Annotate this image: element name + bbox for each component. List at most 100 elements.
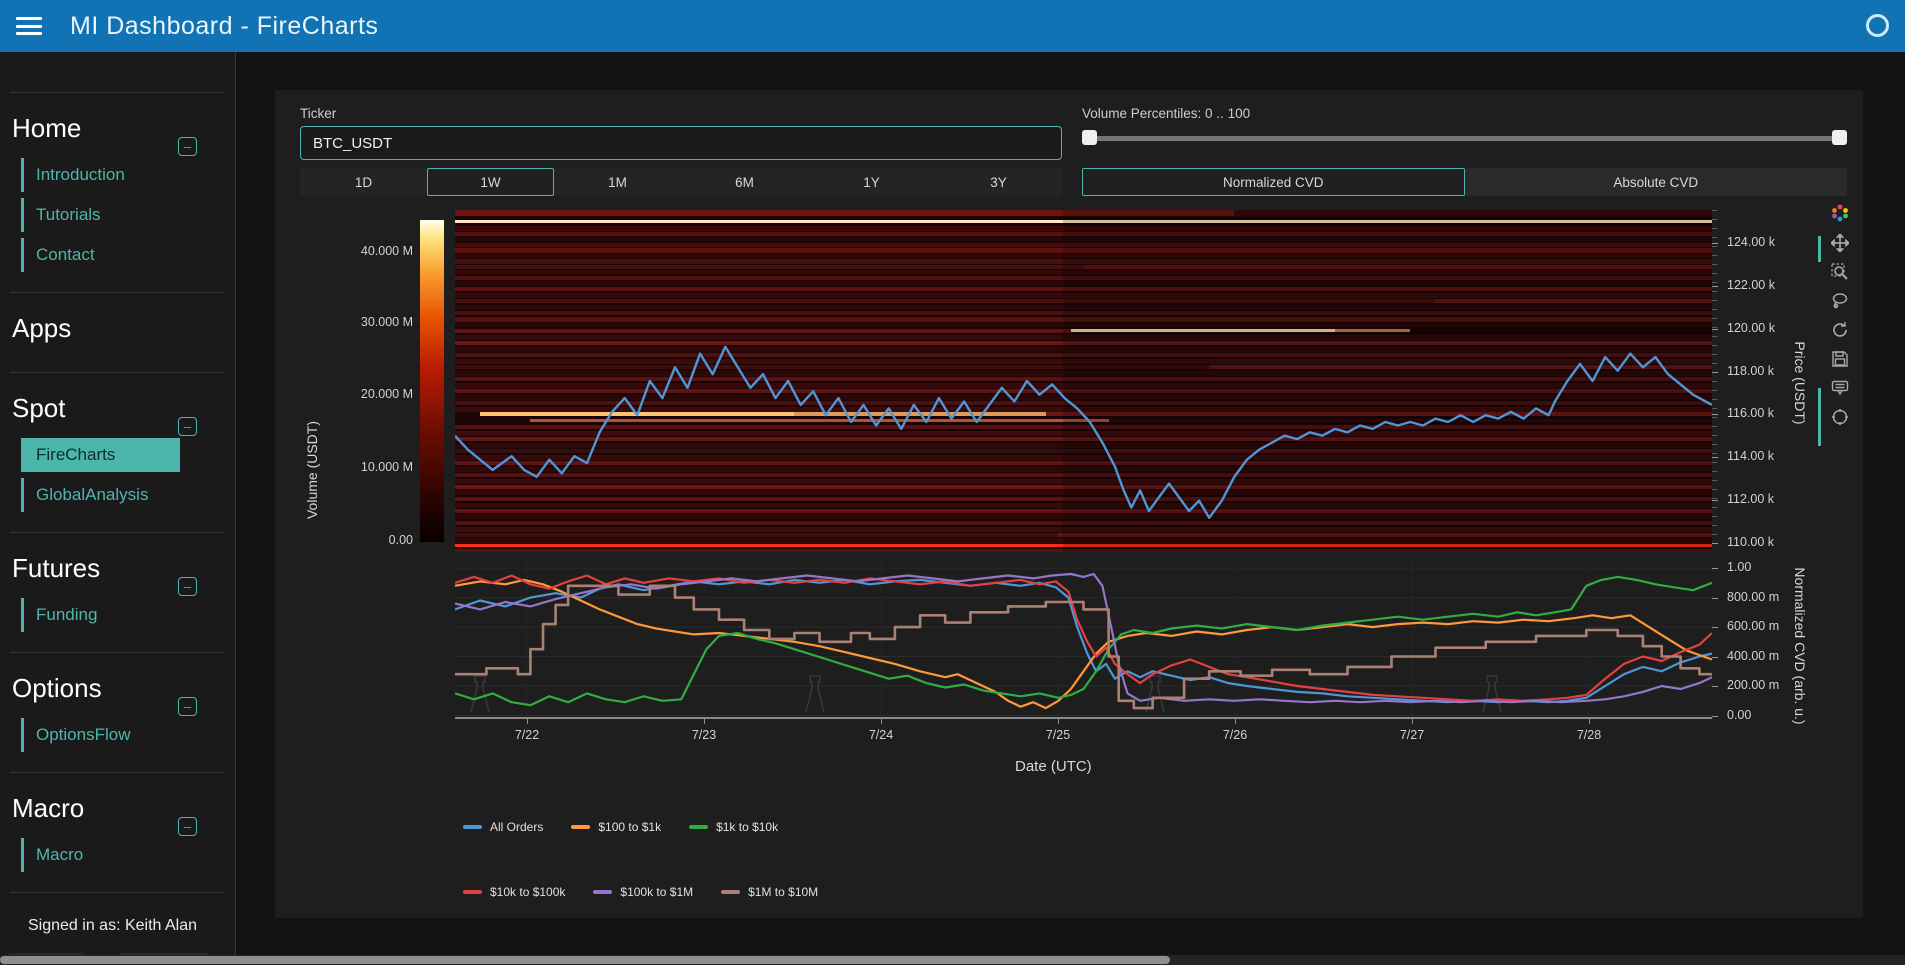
collapse-icon[interactable]: –	[178, 817, 197, 836]
sidebar-section-spot: Spot–FireChartsGlobalAnalysis	[0, 393, 235, 532]
sidebar-divider	[10, 652, 225, 653]
price-tick-label: 122.00 k	[1727, 278, 1775, 292]
spikelines-icon[interactable]	[1831, 408, 1849, 426]
sidebar-item-contact[interactable]: Contact	[24, 238, 235, 272]
volume-tick-label: 20.000 M	[361, 387, 413, 401]
sidebar-item-funding[interactable]: Funding	[24, 598, 235, 632]
account-circle-icon[interactable]	[1866, 14, 1889, 37]
legend-item--10k-to-100k[interactable]: $10k to $100k	[463, 885, 565, 899]
sidebar-item-tutorials[interactable]: Tutorials	[24, 198, 235, 232]
range-button-1d[interactable]: 1D	[300, 168, 427, 196]
price-axis-title: Price (USDT)	[1792, 328, 1808, 438]
range-button-1y[interactable]: 1Y	[808, 168, 935, 196]
box-zoom-icon[interactable]	[1831, 263, 1849, 281]
sidebar-section-options: Options– OptionsFlow	[0, 673, 235, 772]
range-button-3y[interactable]: 3Y	[935, 168, 1062, 196]
watermark-icon	[471, 676, 489, 712]
tick-mark	[1712, 372, 1718, 373]
slider-handle-max[interactable]	[1832, 130, 1847, 145]
legend-swatch	[463, 890, 482, 894]
cvd-axis-title: Normalized CVD (arb. u.)	[1792, 566, 1808, 726]
sidebar-section-header: Apps	[12, 313, 235, 344]
sidebar-section-home: Home–IntroductionTutorialsContact	[0, 113, 235, 292]
sidebar-divider	[10, 532, 225, 533]
tick-mark	[1058, 719, 1059, 724]
app-root: MI Dashboard - FireCharts Home–Introduct…	[0, 0, 1905, 965]
sidebar-item-macro[interactable]: Macro	[24, 838, 235, 872]
menu-icon[interactable]	[16, 17, 42, 35]
collapse-icon[interactable]: –	[178, 417, 197, 436]
legend-swatch	[689, 825, 708, 829]
tick-mark	[527, 719, 528, 724]
legend-item--1m-to-10m[interactable]: $1M to $10M	[721, 885, 818, 899]
range-button-1w[interactable]: 1W	[427, 168, 554, 196]
modebar-active-indicator	[1818, 236, 1821, 262]
plotly-logo-icon[interactable]	[1830, 203, 1850, 223]
sidebar-section-macro: Macro–Macro	[0, 793, 235, 892]
sidebar-item-globalanalysis[interactable]: GlobalAnalysis	[24, 478, 235, 512]
collapse-icon[interactable]: –	[178, 577, 197, 596]
lasso-icon[interactable]	[1831, 292, 1849, 310]
legend-swatch	[593, 890, 612, 894]
tick-mark	[1712, 627, 1718, 628]
cvd-line-chart[interactable]	[455, 560, 1712, 717]
tick-mark	[1712, 598, 1718, 599]
tick-mark	[1712, 329, 1718, 330]
price-tick-label: 112.00 k	[1727, 492, 1774, 506]
legend-row: All Orders $100 to $1k $1k to $10k	[463, 820, 778, 834]
price-tick-label: 116.00 k	[1727, 406, 1774, 420]
sidebar-divider	[10, 92, 225, 93]
legend-item--100k-to-1m[interactable]: $100k to $1M	[593, 885, 693, 899]
sidebar-item: Tutorials	[21, 198, 235, 232]
legend-item--1k-to-10k[interactable]: $1k to $10k	[689, 820, 778, 834]
x-tick-label: 7/26	[1223, 728, 1247, 742]
legend-swatch	[463, 825, 482, 829]
sidebar-item: Contact	[21, 238, 235, 272]
legend-item--100-to-1k[interactable]: $100 to $1k	[571, 820, 661, 834]
pan-icon[interactable]	[1831, 234, 1849, 252]
legend-label: All Orders	[490, 820, 543, 834]
legend-swatch	[571, 825, 590, 829]
legend-label: $1M to $10M	[748, 885, 818, 899]
sidebar-item: GlobalAnalysis	[21, 478, 235, 512]
watermark-icon	[1483, 676, 1501, 712]
save-icon[interactable]	[1831, 350, 1849, 368]
sidebar-item-introduction[interactable]: Introduction	[24, 158, 235, 192]
hover-text-icon[interactable]	[1831, 379, 1849, 397]
volume-percentiles-label: Volume Percentiles: 0 .. 100	[1082, 106, 1250, 121]
legend-row: $10k to $100k $100k to $1M $1M to $10M	[463, 885, 818, 899]
volume-percentiles-slider[interactable]	[1082, 130, 1847, 146]
sidebar-item-firecharts[interactable]: FireCharts	[24, 438, 180, 472]
x-tick-label: 7/22	[515, 728, 539, 742]
range-button-6m[interactable]: 6M	[681, 168, 808, 196]
sidebar-section-header: Options	[12, 673, 235, 704]
cvd-button-normalized-cvd[interactable]: Normalized CVD	[1082, 168, 1465, 196]
range-button-1m[interactable]: 1M	[554, 168, 681, 196]
tick-mark	[1712, 414, 1718, 415]
modebar-active-indicator	[1818, 388, 1821, 446]
fire-heatmap[interactable]	[455, 210, 1712, 552]
ticker-input[interactable]	[300, 126, 1062, 160]
legend-item-all-orders[interactable]: All Orders	[463, 820, 543, 834]
horizontal-scrollbar[interactable]	[0, 955, 1905, 965]
x-tick-label: 7/28	[1577, 728, 1601, 742]
slider-handle-min[interactable]	[1082, 130, 1097, 145]
volume-tick-label: 0.00	[389, 533, 413, 547]
sidebar-item: Funding	[21, 598, 235, 632]
horizontal-scrollbar-thumb[interactable]	[0, 956, 1170, 964]
sidebar-item-optionsflow[interactable]: OptionsFlow	[24, 718, 235, 752]
cvd-tick-label: 0.00	[1727, 708, 1751, 722]
collapse-icon[interactable]: –	[178, 137, 197, 156]
tick-mark	[1712, 457, 1718, 458]
sidebar-item-list: Introduction Tutorials Contact	[21, 158, 235, 272]
tick-mark	[1712, 500, 1718, 501]
reset-axes-icon[interactable]	[1831, 321, 1849, 339]
collapse-icon[interactable]: –	[178, 697, 197, 716]
price-tick-label: 118.00 k	[1727, 364, 1774, 378]
main-card: Ticker Volume Percentiles: 0 .. 100 1D1W…	[275, 90, 1863, 918]
cvd-button-absolute-cvd[interactable]: Absolute CVD	[1465, 168, 1848, 196]
sidebar-item-list: Macro	[21, 838, 235, 872]
ticker-label: Ticker	[300, 106, 336, 121]
slider-track[interactable]	[1082, 136, 1847, 141]
sidebar-section-header: Futures	[12, 553, 235, 584]
